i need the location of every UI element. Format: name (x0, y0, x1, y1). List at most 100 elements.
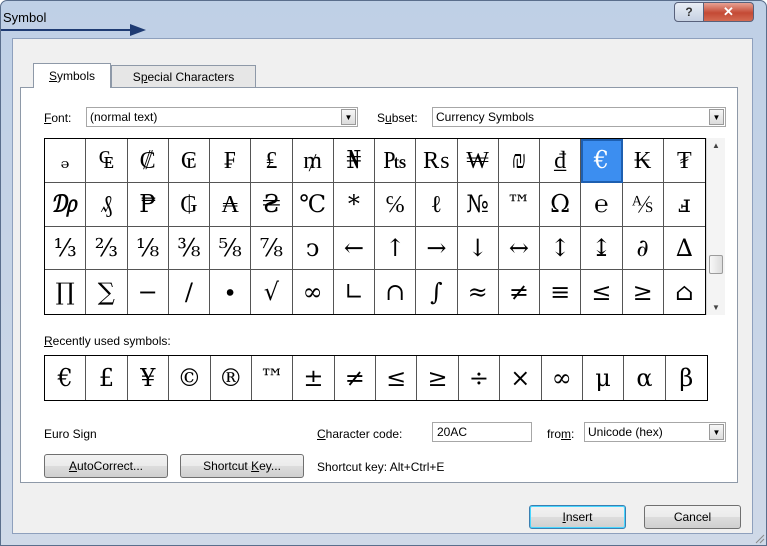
resize-grip-icon[interactable] (753, 532, 765, 544)
symbol-cell[interactable]: ⅜ (168, 226, 210, 271)
symbol-cell[interactable]: ∙ (210, 270, 252, 314)
symbol-cell[interactable]: ₠ (86, 139, 128, 183)
recent-symbol-cell[interactable]: × (500, 356, 542, 400)
recent-symbol-cell[interactable]: ÷ (459, 356, 501, 400)
symbol-cell[interactable]: ← (333, 226, 375, 271)
symbol-cell[interactable]: ₤ (251, 139, 293, 183)
symbol-cell[interactable]: ∫ (416, 270, 458, 314)
symbol-cell[interactable]: ∆ (663, 227, 705, 271)
symbol-cell[interactable]: Ω (540, 182, 582, 227)
title-bar[interactable]: Symbol ? ✕ (1, 1, 766, 39)
symbol-cell[interactable]: √ (251, 270, 293, 314)
symbol-cell[interactable]: ₥ (292, 139, 334, 183)
symbol-cell[interactable]: № (457, 182, 499, 227)
symbol-cell[interactable]: ℓ (416, 182, 458, 227)
symbol-cell[interactable]: ™ (498, 182, 540, 227)
symbol-cell[interactable]: ℃ (292, 182, 334, 227)
symbol-cell[interactable]: ₯ (45, 182, 87, 227)
symbol-cell[interactable]: ⌂ (664, 270, 705, 314)
symbol-cell[interactable]: → (416, 226, 458, 271)
recent-symbol-cell[interactable]: ± (293, 356, 335, 400)
symbol-cell[interactable]: ℅ (375, 182, 417, 227)
symbol-cell[interactable]: − (128, 270, 169, 314)
recent-symbol-cell[interactable]: β (666, 356, 707, 400)
symbol-cell[interactable]: ↕ (540, 226, 582, 271)
symbol-cell[interactable]: ₮ (663, 139, 705, 183)
symbol-cell[interactable]: ₡ (127, 139, 169, 183)
symbol-cell[interactable]: ∕ (169, 270, 210, 314)
symbol-cell[interactable]: ⅞ (251, 226, 293, 271)
symbol-cell[interactable]: ⅛ (127, 226, 169, 271)
recent-symbol-cell[interactable]: ¥ (128, 356, 170, 400)
cancel-button[interactable]: Cancel (644, 505, 741, 529)
close-button[interactable]: ✕ (704, 2, 754, 22)
recent-symbol-cell[interactable]: ® (211, 356, 252, 400)
symbol-cell[interactable]: ≤ (581, 270, 623, 314)
recent-symbol-cell[interactable]: μ (583, 356, 625, 400)
chevron-down-icon[interactable]: ▼ (709, 109, 724, 125)
symbol-cell[interactable]: ↨ (581, 226, 623, 271)
from-dropdown[interactable]: Unicode (hex) ▼ (584, 422, 726, 442)
symbol-cell[interactable]: ₪ (498, 139, 540, 183)
symbol-cell[interactable]: ₴ (251, 182, 293, 227)
symbol-cell[interactable]: ∟ (334, 270, 375, 314)
symbol-cell[interactable]: ₦ (333, 139, 375, 183)
recent-symbol-cell[interactable]: © (169, 356, 211, 400)
symbol-cell[interactable]: ₔ (45, 139, 87, 183)
recent-symbol-cell[interactable]: ≤ (376, 356, 418, 400)
recent-symbol-cell[interactable]: ≠ (335, 356, 376, 400)
scroll-up-icon[interactable]: ▲ (712, 141, 720, 150)
recent-symbol-cell[interactable]: € (45, 356, 87, 400)
tab-symbols[interactable]: Symbols (33, 63, 111, 88)
symbol-cell[interactable]: ₢ (168, 139, 210, 183)
autocorrect-button[interactable]: AutoCorrect... (44, 454, 168, 478)
symbol-cell[interactable]: ∂ (622, 226, 664, 271)
symbol-cell[interactable]: ₱ (127, 182, 169, 227)
symbol-cell[interactable]: ₣ (210, 139, 252, 183)
symbol-cell[interactable]: ℮ (581, 182, 623, 227)
chevron-down-icon[interactable]: ▼ (341, 109, 356, 125)
symbol-cell[interactable]: ≈ (458, 270, 499, 314)
symbol-cell[interactable]: ₨ (416, 139, 458, 183)
symbol-cell[interactable]: ↄ (292, 226, 334, 271)
symbol-grid-scrollbar[interactable]: ▲ ▼ (706, 138, 725, 315)
insert-button[interactable]: Insert (529, 505, 626, 529)
symbol-cell[interactable]: ≥ (623, 270, 664, 314)
scroll-down-icon[interactable]: ▼ (712, 303, 720, 312)
chevron-down-icon[interactable]: ▼ (709, 424, 724, 440)
symbol-cell[interactable]: ₩ (457, 139, 499, 183)
symbol-cell[interactable]: ∑ (86, 270, 128, 314)
symbol-cell[interactable]: ₲ (168, 182, 210, 227)
symbol-cell[interactable]: ≡ (540, 270, 582, 314)
symbol-cell[interactable]: * (333, 182, 375, 227)
symbol-cell[interactable]: ↑ (375, 226, 417, 271)
scroll-thumb[interactable] (709, 255, 723, 274)
symbol-cell[interactable]: ⅍ (622, 182, 664, 227)
symbol-cell[interactable]: ₫ (540, 139, 582, 183)
symbol-cell[interactable]: ₧ (375, 139, 417, 183)
symbol-cell[interactable]: ∩ (375, 270, 417, 314)
symbol-cell[interactable]: ₳ (210, 182, 252, 227)
tab-special-characters[interactable]: Sp ecial Characters (111, 65, 256, 87)
font-dropdown[interactable]: (normal text) ▼ (86, 107, 358, 127)
shortcut-key-button[interactable]: Shortcut Key... (180, 454, 304, 478)
help-button[interactable]: ? (674, 2, 704, 22)
symbol-cell[interactable]: € (581, 139, 623, 183)
symbol-cell[interactable]: ↓ (457, 226, 499, 271)
recent-symbol-cell[interactable]: £ (86, 356, 128, 400)
recent-symbol-cell[interactable]: ∞ (542, 356, 583, 400)
symbol-cell[interactable]: ⅓ (45, 226, 87, 271)
symbol-cell[interactable]: ⅔ (86, 226, 128, 271)
symbol-cell[interactable]: ₭ (622, 139, 664, 183)
recent-symbol-cell[interactable]: ™ (252, 356, 294, 400)
symbol-cell[interactable]: ⅎ (663, 183, 705, 227)
symbol-cell[interactable]: ₰ (86, 182, 128, 227)
symbol-cell[interactable]: ∏ (45, 270, 87, 314)
symbol-cell[interactable]: ∞ (293, 270, 334, 314)
symbol-cell[interactable]: ⅝ (210, 226, 252, 271)
symbol-cell[interactable]: ≠ (499, 270, 540, 314)
symbol-cell[interactable]: ↔ (498, 226, 540, 271)
recent-symbol-cell[interactable]: ≥ (417, 356, 459, 400)
subset-dropdown[interactable]: Currency Symbols ▼ (432, 107, 726, 127)
character-code-input[interactable]: 20AC (432, 422, 532, 442)
